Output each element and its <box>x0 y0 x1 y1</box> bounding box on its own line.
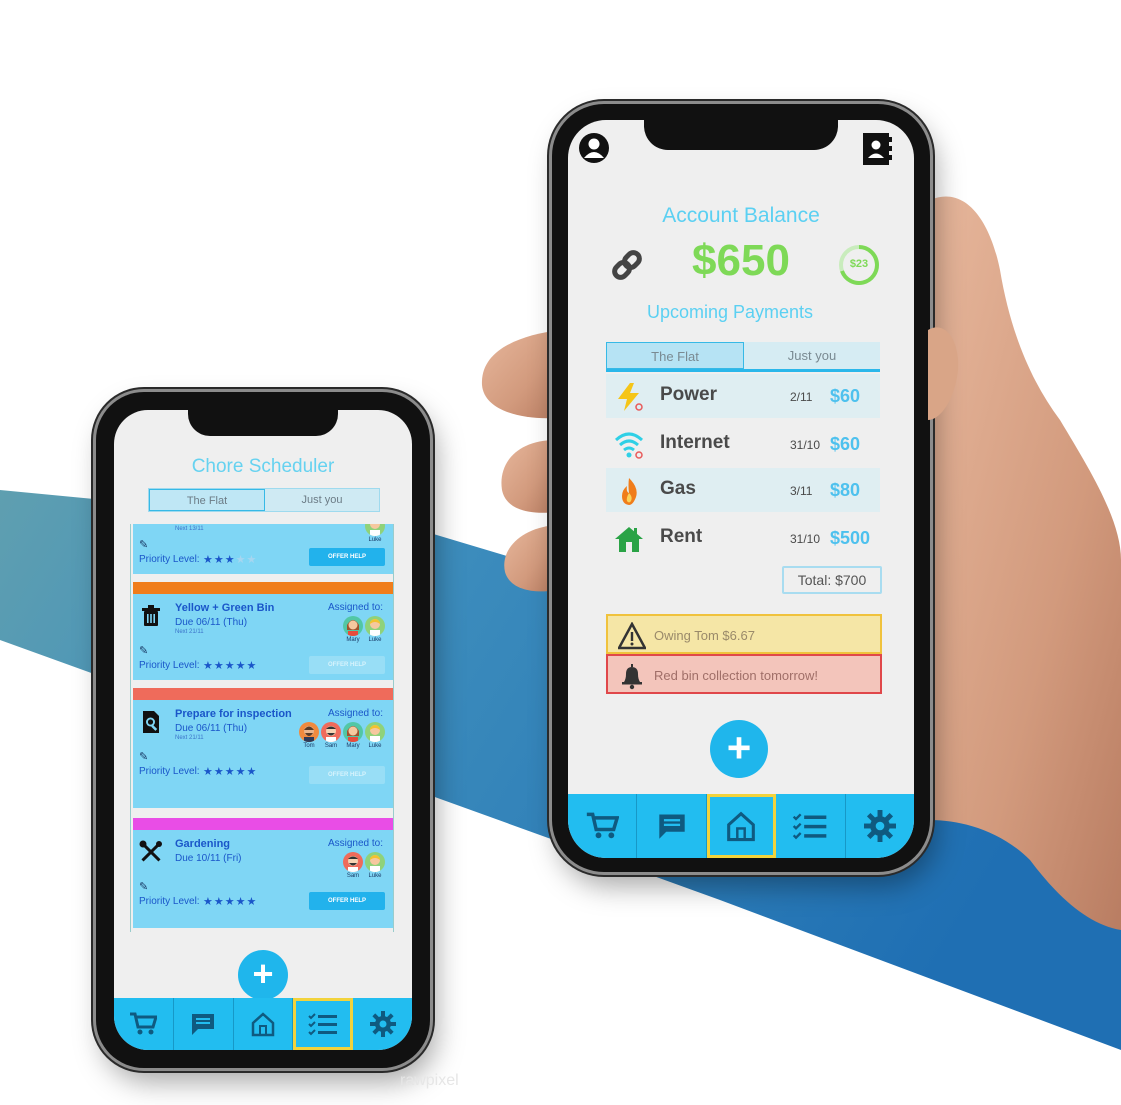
hand-thumb <box>928 327 959 420</box>
watermark: rawpixel <box>400 1072 459 1089</box>
